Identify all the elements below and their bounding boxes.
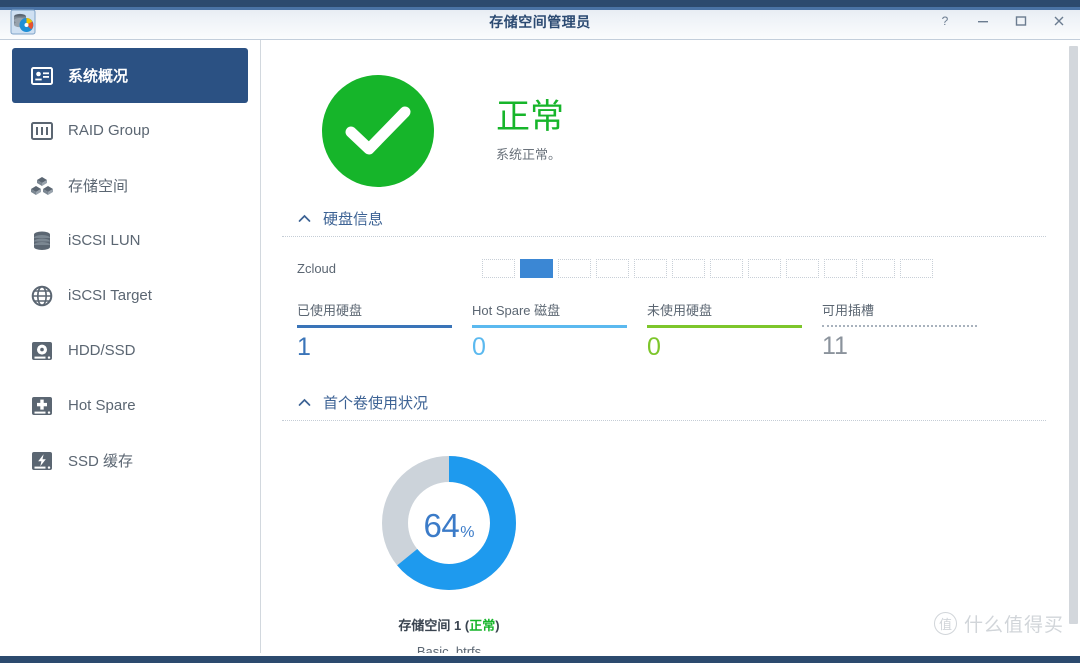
disk-info-body: Zcloud 已使用硬盘 1 Hot Spare 磁盘 0 未使用硬盘 0 可用…	[282, 237, 1046, 362]
stat-label: 已使用硬盘	[297, 303, 363, 318]
chevron-up-icon[interactable]	[297, 398, 311, 408]
volume-title: 存储空间 1 (正常)	[344, 615, 554, 634]
storage-pool-icon	[30, 174, 54, 198]
stat-value: 11	[822, 332, 848, 360]
disk-slot[interactable]	[558, 259, 591, 278]
system-status-panel: 正常 系统正常。	[282, 40, 1046, 208]
hdd-ssd-icon	[30, 339, 54, 363]
disk-slot[interactable]	[824, 259, 857, 278]
raid-group-icon	[30, 119, 54, 143]
minimize-button[interactable]	[972, 10, 994, 32]
disk-slot[interactable]	[748, 259, 781, 278]
hot-spare-icon	[30, 394, 54, 418]
stat-value: 0	[472, 333, 486, 361]
stat-unused-disks: 未使用硬盘 0	[647, 300, 822, 362]
sidebar-item-ssd-cache[interactable]: SSD 缓存	[12, 433, 248, 488]
stat-label: Hot Spare 磁盘	[472, 303, 561, 318]
sidebar-item-label: 系统概况	[68, 68, 129, 85]
close-button[interactable]	[1048, 10, 1070, 32]
volume-percent-value: 64	[423, 507, 460, 544]
volume-percent-symbol: %	[460, 524, 475, 541]
disk-info-section-title: 硬盘信息	[323, 211, 384, 228]
sidebar-item-label: Hot Spare	[68, 397, 136, 414]
enclosure-row: Zcloud	[297, 259, 1046, 278]
stat-label: 可用插槽	[822, 303, 875, 318]
desktop-taskbar	[0, 656, 1080, 663]
sidebar: 系统概况 RAID Group 存储空间 iSCSI LUN iSCSI Tar…	[0, 40, 261, 653]
disk-slot[interactable]	[786, 259, 819, 278]
stat-available-slots: 可用插槽 11	[822, 300, 997, 362]
volume-usage-section-header[interactable]: 首个卷使用状况	[282, 392, 1046, 421]
volume-type: Basic, btrfs	[416, 644, 482, 653]
sidebar-item-label: iSCSI Target	[68, 287, 152, 304]
window-controls: ?	[934, 10, 1070, 32]
sidebar-item-label: HDD/SSD	[68, 342, 136, 359]
titlebar-accent-strip	[0, 7, 1080, 10]
disk-slot[interactable]	[900, 259, 933, 278]
volume-name: 存储空间 1 (	[398, 618, 470, 633]
sidebar-item-raid-group[interactable]: RAID Group	[12, 103, 248, 158]
volume-card[interactable]: 64 % 存储空间 1 (正常) Basic, btrfs 1.7 TB / 2…	[344, 455, 554, 653]
volume-usage-section: 首个卷使用状况 64 % 存储空间 1 (正常) Basic, btrfs	[282, 392, 1046, 653]
volume-usage-section-title: 首个卷使用状况	[323, 395, 429, 412]
iscsi-target-icon	[30, 284, 54, 308]
stat-hot-spare-disks: Hot Spare 磁盘 0	[472, 300, 647, 362]
sidebar-item-label: SSD 缓存	[68, 453, 134, 470]
disk-slot[interactable]	[862, 259, 895, 278]
system-status-subtitle: 系统正常。	[496, 147, 562, 163]
enclosure-name: Zcloud	[297, 261, 337, 276]
disk-slot-bay	[482, 259, 933, 278]
volume-name-suffix: )	[495, 618, 500, 633]
system-status-title: 正常	[496, 97, 564, 136]
maximize-button[interactable]	[1010, 10, 1032, 32]
sidebar-item-iscsi-lun[interactable]: iSCSI LUN	[12, 213, 248, 268]
disk-stats-row: 已使用硬盘 1 Hot Spare 磁盘 0 未使用硬盘 0 可用插槽 11	[297, 300, 1046, 362]
stat-label: 未使用硬盘	[647, 303, 713, 318]
svg-text:?: ?	[942, 14, 949, 28]
iscsi-lun-icon	[30, 229, 54, 253]
volume-usage-percent: 64 %	[381, 455, 517, 591]
stat-used-disks: 已使用硬盘 1	[297, 300, 472, 362]
disk-slot[interactable]	[710, 259, 743, 278]
disk-slot[interactable]	[634, 259, 667, 278]
window-titlebar: 存储空间管理员 ?	[0, 0, 1080, 40]
volume-usage-body: 64 % 存储空间 1 (正常) Basic, btrfs 1.7 TB / 2…	[282, 421, 1046, 653]
sidebar-item-hot-spare[interactable]: Hot Spare	[12, 378, 248, 433]
content-scrollbar[interactable]	[1066, 40, 1080, 653]
disk-slot[interactable]	[596, 259, 629, 278]
sidebar-item-hdd-ssd[interactable]: HDD/SSD	[12, 323, 248, 378]
system-status-text: 正常 系统正常。	[496, 97, 564, 163]
titlebar-top-strip	[0, 0, 1080, 7]
main-content: 正常 系统正常。 硬盘信息 Zcloud 已使用硬盘 1 Hot Spare 磁…	[262, 40, 1080, 653]
ssd-cache-icon	[30, 449, 54, 473]
sidebar-item-overview[interactable]: 系统概况	[12, 48, 248, 103]
disk-slot[interactable]	[520, 259, 553, 278]
stat-value: 0	[647, 333, 661, 361]
sidebar-item-iscsi-target[interactable]: iSCSI Target	[12, 268, 248, 323]
sidebar-item-label: iSCSI LUN	[68, 232, 141, 249]
scrollbar-thumb[interactable]	[1069, 46, 1078, 624]
disk-info-section: 硬盘信息 Zcloud 已使用硬盘 1 Hot Spare 磁盘 0 未使用硬盘…	[282, 208, 1046, 362]
disk-slot[interactable]	[672, 259, 705, 278]
chevron-up-icon[interactable]	[297, 214, 311, 224]
checkmark-icon	[322, 75, 434, 187]
volume-usage-donut-chart: 64 %	[381, 455, 517, 591]
sidebar-item-label: RAID Group	[68, 122, 150, 139]
storage-manager-window: 存储空间管理员 ? 系统概况 RAID Group 存储空间 iSCSI LUN…	[0, 0, 1080, 663]
sidebar-item-label: 存储空间	[68, 178, 129, 195]
disk-slot[interactable]	[482, 259, 515, 278]
overview-icon	[30, 64, 54, 88]
volume-status-badge: 正常	[469, 618, 496, 633]
disk-info-section-header[interactable]: 硬盘信息	[282, 208, 1046, 237]
help-button[interactable]: ?	[934, 10, 956, 32]
window-title: 存储空间管理员	[489, 14, 591, 30]
sidebar-item-storage-pool[interactable]: 存储空间	[12, 158, 248, 213]
stat-value: 1	[297, 333, 311, 361]
